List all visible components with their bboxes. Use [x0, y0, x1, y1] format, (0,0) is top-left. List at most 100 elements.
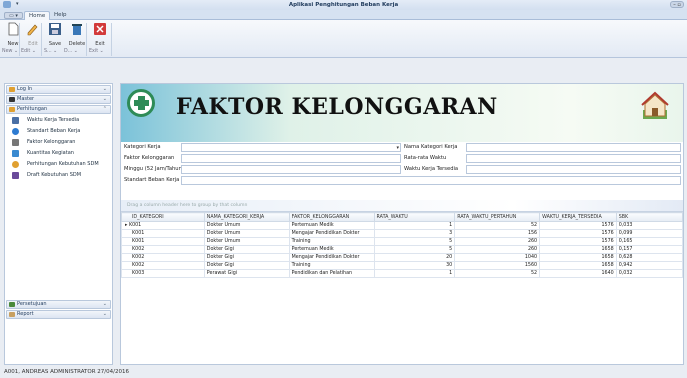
exit-button[interactable]: Exit — [91, 22, 109, 47]
table-cell[interactable]: Dokter Gigi — [203, 253, 290, 262]
table-cell[interactable]: 1640 — [539, 269, 617, 278]
column-header[interactable]: WAKTU_KERJA_TERSEDIA — [539, 212, 617, 222]
table-cell[interactable]: 3 — [373, 229, 456, 238]
sidebar-item-perhitungan-sdm[interactable]: Perhitungan Kebutuhan SDM — [5, 159, 112, 170]
column-header[interactable]: RATA_WAKTU_PERTAHUN — [454, 212, 541, 222]
column-header[interactable]: NAMA_KATEGORI_KERJA — [203, 212, 290, 222]
table-cell[interactable]: 260 — [454, 237, 541, 246]
table-cell[interactable]: 1560 — [454, 261, 541, 270]
house-icon — [641, 91, 669, 119]
app-menu-button[interactable]: ▭ ▾ — [4, 12, 23, 19]
table-row[interactable]: K002 Dokter Gigi Mengajar Pendidikan Dokte… — [121, 253, 684, 262]
table-cell[interactable]: Pendidikan dan Pelatihan — [288, 269, 375, 278]
column-header[interactable]: FAKTOR_KELONGGARAN — [288, 212, 375, 222]
table-cell[interactable]: Mengajar Pendidikan Dokter — [288, 229, 375, 238]
table-cell[interactable]: 1576 — [539, 237, 617, 246]
header-banner: FAKTOR KELONGGARAN — [121, 84, 683, 142]
table-cell[interactable]: 0,628 — [615, 253, 684, 262]
table-cell[interactable]: 52 — [454, 221, 541, 230]
delete-button[interactable]: Delete — [68, 22, 86, 47]
table-cell[interactable]: ▸ K001 — [121, 221, 205, 230]
table-cell[interactable]: Training — [288, 237, 375, 246]
table-cell[interactable]: K002 — [121, 261, 205, 270]
table-row[interactable]: K002 Dokter Gigi Pertemuan Medik 5 260 1658 0,… — [121, 245, 684, 254]
table-cell[interactable]: Training — [288, 261, 375, 270]
table-cell[interactable]: 5 — [373, 245, 456, 254]
floppy-disk-icon — [49, 23, 61, 35]
sidebar-item-draft-sdm[interactable]: Draft Kebutuhan SDM — [5, 170, 112, 181]
sidebar-item-faktor-kelonggaran[interactable]: Faktor Kelonggaran — [5, 137, 112, 148]
table-cell[interactable]: K001 — [121, 229, 205, 238]
group-save: S... ⌄ — [44, 49, 58, 54]
table-row[interactable]: K003 Perawat Gigi Pendidikan dan Pelatihan… — [121, 269, 684, 278]
table-cell[interactable]: 0,099 — [615, 229, 684, 238]
edit-button[interactable]: Edit — [24, 22, 42, 47]
table-cell[interactable]: Mengajar Pendidikan Dokter — [288, 253, 375, 262]
table-cell[interactable]: 52 — [454, 269, 541, 278]
sidebar-item-waktu-kerja[interactable]: Waktu Kerja Tersedia — [5, 115, 112, 126]
table-cell[interactable]: 1658 — [539, 245, 617, 254]
waktu-kerja-field[interactable] — [466, 165, 681, 174]
table-cell[interactable]: 30 — [373, 261, 456, 270]
table-cell[interactable]: K001 — [121, 237, 205, 246]
table-cell[interactable]: Perawat Gigi — [203, 269, 290, 278]
table-row[interactable]: K001 Dokter Umum Mengajar Pendidikan Dokte… — [121, 229, 684, 238]
sidebar-item-kuantitas[interactable]: Kuantitas Kegiatan — [5, 148, 112, 159]
table-cell[interactable]: 1040 — [454, 253, 541, 262]
rata-rata-field[interactable] — [466, 154, 681, 163]
table-cell[interactable]: 1658 — [539, 261, 617, 270]
table-cell[interactable]: 1 — [373, 269, 456, 278]
table-cell[interactable]: 1658 — [539, 253, 617, 262]
kategori-dropdown[interactable]: ▾ — [181, 143, 401, 152]
nav-group-report[interactable]: Report ⌄ — [6, 310, 111, 319]
table-cell[interactable]: Dokter Umum — [203, 221, 290, 230]
table-cell[interactable]: 260 — [454, 245, 541, 254]
table-cell[interactable]: K002 — [121, 245, 205, 254]
table-cell[interactable]: 1 — [373, 221, 456, 230]
table-cell[interactable]: 0,942 — [615, 261, 684, 270]
table-cell[interactable]: 5 — [373, 237, 456, 246]
table-cell[interactable]: 20 — [373, 253, 456, 262]
table-cell[interactable]: 1576 — [539, 229, 617, 238]
table-cell[interactable]: Pertemuan Medik — [288, 221, 375, 230]
table-cell[interactable]: Pertemuan Medik — [288, 245, 375, 254]
minggu-field[interactable] — [181, 165, 401, 174]
faktor-field[interactable] — [181, 154, 401, 163]
table-cell[interactable]: Dokter Umum — [203, 237, 290, 246]
table-cell[interactable]: 0,033 — [615, 221, 684, 230]
table-cell[interactable]: 0,157 — [615, 245, 684, 254]
table-cell[interactable]: 0,165 — [615, 237, 684, 246]
table-cell[interactable]: Dokter Gigi — [203, 245, 290, 254]
table-row[interactable]: K002 Dokter Gigi Training 30 1560 1658 0,942 — [121, 261, 684, 270]
table-cell[interactable]: 1576 — [539, 221, 617, 230]
table-cell[interactable]: Dokter Umum — [203, 229, 290, 238]
table-cell[interactable]: Dokter Gigi — [203, 261, 290, 270]
nav-group-perhitungan[interactable]: Perhitungan ⌃ — [6, 105, 111, 114]
key-icon — [9, 87, 15, 92]
title-bar: ▾ Aplikasi Penghitungan Beban Kerja – ▫ — [0, 0, 687, 10]
table-cell[interactable]: 156 — [454, 229, 541, 238]
window-controls[interactable]: – ▫ — [670, 1, 684, 8]
column-header[interactable]: RATA_WAKTU — [373, 212, 456, 222]
column-header[interactable]: SBK — [615, 212, 684, 222]
table-cell[interactable]: K003 — [121, 269, 205, 278]
nav-group-login[interactable]: Log In ⌄ — [6, 85, 111, 94]
standart-field[interactable] — [181, 176, 681, 185]
info-icon — [12, 128, 19, 135]
column-header[interactable]: ID_KATEGORI — [121, 212, 205, 222]
table-cell[interactable]: 0,032 — [615, 269, 684, 278]
sidebar-item-standart-beban[interactable]: Standart Beban Kerja — [5, 126, 112, 137]
save-button[interactable]: Save — [46, 22, 64, 47]
nav-group-persetujuan[interactable]: Persetujuan ⌄ — [6, 300, 111, 309]
divider — [41, 23, 42, 56]
tab-help[interactable]: Help — [50, 11, 71, 20]
table-row[interactable]: ▸ K001 Dokter Umum Pertemuan Medik 1 52 1576 0… — [121, 221, 684, 230]
trash-icon — [72, 24, 82, 35]
nav-group-master[interactable]: Master ⌄ — [6, 95, 111, 104]
group-panel[interactable]: Drag a column header here to group by th… — [121, 200, 683, 212]
table-row[interactable]: K001 Dokter Umum Training 5 260 1576 0,165 — [121, 237, 684, 246]
table-cell[interactable]: K002 — [121, 253, 205, 262]
tab-home[interactable]: Home — [24, 11, 51, 20]
nama-kategori-field[interactable] — [466, 143, 681, 152]
window-title: Aplikasi Penghitungan Beban Kerja — [288, 2, 399, 8]
